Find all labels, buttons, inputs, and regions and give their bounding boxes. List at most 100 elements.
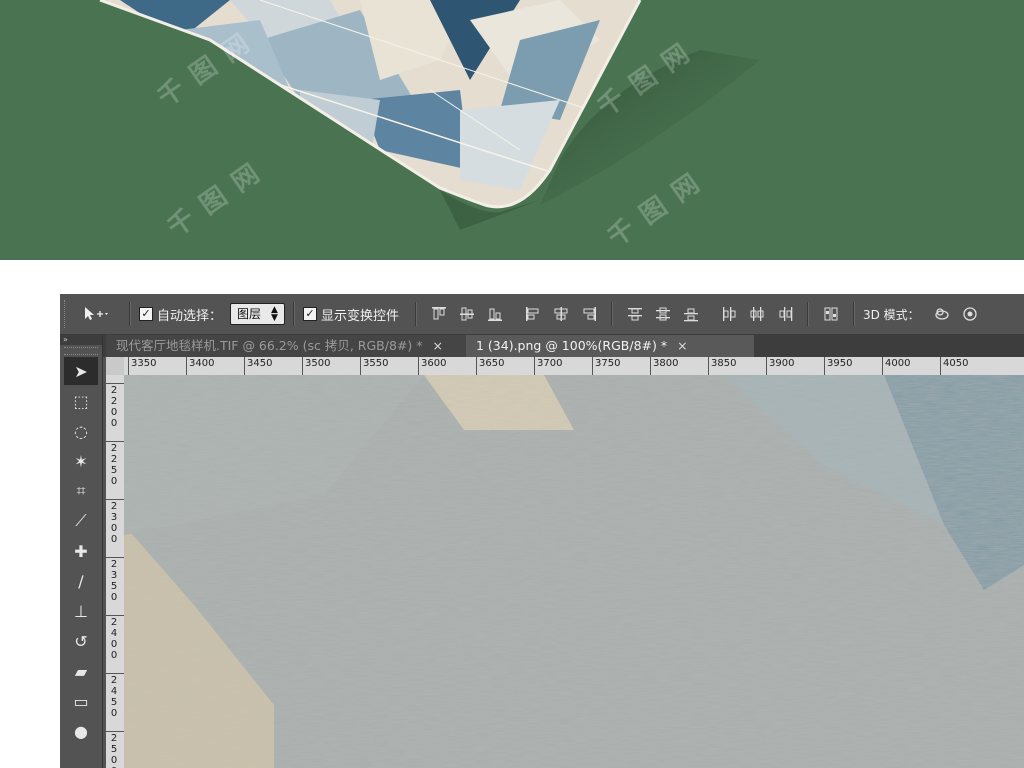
auto-select-target-value: 图层 (237, 307, 262, 321)
close-tab-icon[interactable]: × (677, 338, 687, 353)
clone-stamp-icon: ⊥ (74, 601, 88, 621)
clone-stamp-tool[interactable]: ⊥ (64, 597, 98, 625)
options-bar: ✓ 自动选择： 图层 ▲ ▼ ✓ 显示变换控件 3D 模式： (60, 294, 1024, 335)
ruler-label: 4000 (885, 358, 911, 369)
ruler-tick (766, 357, 767, 375)
distribute-vertical-center-icon[interactable] (655, 306, 671, 322)
distribute-right-icon[interactable] (777, 306, 793, 322)
blur-icon: ● (74, 721, 88, 741)
distribute-top-icon[interactable] (627, 306, 643, 322)
lasso-tool[interactable]: ◌ (64, 417, 98, 445)
show-transform-checkbox[interactable]: ✓ 显示变换控件 (302, 305, 399, 324)
ruler-tick (302, 357, 303, 375)
tools-panel-grip[interactable] (64, 347, 98, 355)
ruler-origin[interactable] (106, 357, 124, 375)
lasso-icon: ◌ (74, 421, 88, 441)
ruler-label: 3700 (537, 358, 563, 369)
align-bottom-icon[interactable] (487, 306, 503, 322)
ruler-label: 4050 (943, 358, 969, 369)
ruler-label: 3850 (711, 358, 737, 369)
ruler-tick (186, 357, 187, 375)
ruler-tick (106, 673, 124, 674)
brush-icon: ∕ (78, 571, 84, 591)
tools-panel: » ➤ ⬚ ◌ ✶ ⌗ ⟋ ✚ ∕ ⊥ ↺ ▰ ▭ ● (60, 335, 103, 768)
ruler-tick (650, 357, 651, 375)
distribute-bottom-icon[interactable] (683, 306, 699, 322)
auto-select-target-dropdown[interactable]: 图层 ▲ ▼ (230, 303, 285, 325)
crop-tool[interactable]: ⌗ (64, 477, 98, 505)
auto-select-checkbox[interactable]: ✓ 自动选择： (139, 305, 222, 324)
distribute-left-icon[interactable] (721, 306, 737, 322)
eyedropper-icon: ⟋ (75, 511, 87, 530)
move-tool[interactable]: ➤ (64, 357, 98, 385)
document-canvas[interactable] (124, 375, 1024, 768)
ruler-tick (106, 615, 124, 616)
ruler-tick (106, 557, 124, 558)
move-tool-preset[interactable] (83, 306, 109, 322)
marquee-tool[interactable]: ⬚ (64, 387, 98, 415)
move-icon: ➤ (74, 361, 88, 381)
ruler-tick (534, 357, 535, 375)
vertical-ruler[interactable]: 2200 2250 2300 2350 2400 2450 2500 (106, 375, 125, 768)
3d-orbit-icon[interactable] (934, 306, 950, 322)
healing-brush-icon: ✚ (74, 541, 88, 561)
rug-mockup-image (99, 0, 760, 230)
document-tab-tif[interactable]: 现代客厅地毯样机.TIF @ 66.2% (sc 拷贝, RGB/8#) * × (106, 335, 476, 357)
ruler-label: 3900 (769, 358, 795, 369)
ruler-tick (106, 499, 124, 500)
marquee-icon: ⬚ (73, 391, 89, 411)
ruler-label: 2500 (110, 733, 118, 768)
product-photo: 千 图 网 千 图 网 千 图 网 千 图 网 (0, 0, 1024, 260)
auto-select-check[interactable]: ✓ (139, 307, 153, 321)
options-bar-grip[interactable] (64, 300, 73, 328)
ruler-tick (882, 357, 883, 375)
show-transform-check[interactable]: ✓ (302, 307, 317, 321)
align-right-icon[interactable] (581, 306, 597, 322)
ruler-label: 2350 (110, 559, 118, 603)
ruler-tick (244, 357, 245, 375)
ruler-label: 3400 (189, 358, 215, 369)
eraser-icon: ▰ (74, 661, 88, 681)
horizontal-ruler[interactable]: 3350 3400 3450 3500 3550 3600 3650 3700 3750 3800… (106, 357, 1024, 376)
ruler-label: 2250 (110, 443, 118, 487)
canvas-image (124, 375, 1024, 768)
ruler-tick (592, 357, 593, 375)
align-left-icon[interactable] (525, 306, 541, 322)
distribute-horizontal-center-icon[interactable] (749, 306, 765, 322)
ruler-label: 3500 (305, 358, 331, 369)
document-tab-tif-label: 现代客厅地毯样机.TIF @ 66.2% (sc 拷贝, RGB/8#) * (116, 338, 423, 353)
ruler-label: 3950 (827, 358, 853, 369)
magic-wand-tool[interactable]: ✶ (64, 447, 98, 475)
close-tab-icon[interactable]: × (432, 338, 442, 353)
ruler-label: 3800 (653, 358, 679, 369)
document-tab-png-label: 1 (34).png @ 100%(RGB/8#) * (476, 338, 668, 353)
document-tab-png[interactable]: 1 (34).png @ 100%(RGB/8#) * × (466, 335, 754, 357)
3d-roll-icon[interactable] (962, 306, 978, 322)
healing-brush-tool[interactable]: ✚ (64, 537, 98, 565)
eraser-tool[interactable]: ▰ (64, 657, 98, 685)
align-top-icon[interactable] (431, 306, 447, 322)
eyedropper-tool[interactable]: ⟋ (64, 507, 98, 535)
ruler-tick (128, 357, 129, 375)
dropdown-arrows-icon: ▲ ▼ (271, 305, 278, 323)
blur-tool[interactable]: ● (64, 717, 98, 745)
ruler-label: 2300 (110, 501, 118, 545)
ruler-label: 3450 (247, 358, 273, 369)
magic-wand-icon: ✶ (74, 451, 88, 471)
panel-collapse-icon[interactable]: » (60, 335, 102, 345)
history-brush-tool[interactable]: ↺ (64, 627, 98, 655)
crop-icon: ⌗ (76, 481, 86, 500)
brush-tool[interactable]: ∕ (64, 567, 98, 595)
ruler-tick (708, 357, 709, 375)
ruler-tick (940, 357, 941, 375)
align-horizontal-center-icon[interactable] (553, 306, 569, 322)
ruler-label: 2400 (110, 617, 118, 661)
gradient-icon: ▭ (73, 691, 89, 711)
ruler-tick (106, 441, 124, 442)
ruler-label: 3550 (363, 358, 389, 369)
auto-align-layers-icon[interactable] (823, 306, 839, 322)
ruler-label: 3600 (421, 358, 447, 369)
ruler-tick (106, 731, 124, 732)
align-vertical-center-icon[interactable] (459, 306, 475, 322)
gradient-tool[interactable]: ▭ (64, 687, 98, 715)
